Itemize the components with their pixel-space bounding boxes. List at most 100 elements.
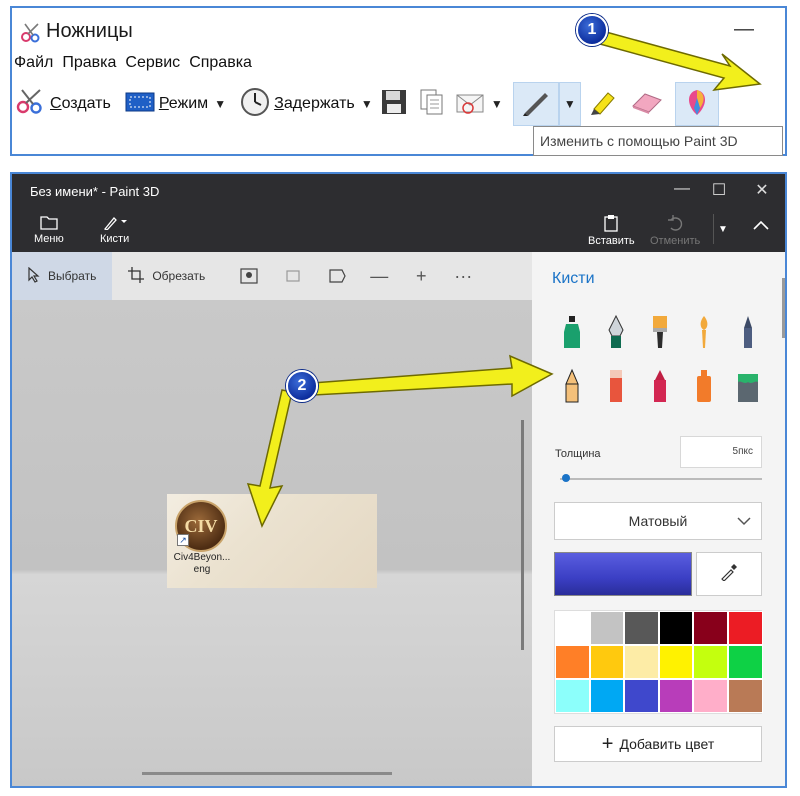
color-swatch[interactable] bbox=[555, 611, 590, 645]
delay-dropdown-arrow[interactable]: ▼ bbox=[359, 82, 375, 126]
oil-brush[interactable] bbox=[638, 310, 682, 354]
mode-icon bbox=[125, 91, 155, 118]
marker-icon bbox=[564, 316, 580, 348]
more-dropdown-icon[interactable]: ▼ bbox=[718, 224, 728, 235]
panel-scrollbar[interactable] bbox=[782, 278, 785, 338]
horizontal-scrollbar[interactable] bbox=[142, 772, 392, 775]
minimize-button[interactable]: — bbox=[672, 180, 692, 198]
color-swatch[interactable] bbox=[624, 645, 659, 679]
save-snip-button[interactable] bbox=[375, 82, 413, 126]
crop-tool[interactable]: Обрезать bbox=[112, 252, 221, 300]
paste-button[interactable]: Вставить bbox=[588, 214, 635, 247]
menu-bar: Файл Правка Сервис Справка bbox=[12, 54, 252, 76]
color-swatch[interactable] bbox=[727, 611, 763, 645]
marker-brush[interactable] bbox=[550, 310, 594, 354]
mode-dropdown-arrow[interactable]: ▼ bbox=[212, 82, 228, 126]
undo-button[interactable]: Отменить bbox=[650, 214, 700, 247]
eyedropper-button[interactable] bbox=[696, 552, 762, 596]
select-label: Выбрать bbox=[48, 269, 97, 283]
collapse-chevron-icon[interactable] bbox=[752, 218, 770, 236]
color-swatch[interactable] bbox=[727, 679, 763, 713]
delay-label: Задержать bbox=[274, 95, 355, 112]
paint3d-tooltip: Изменить с помощью Paint 3D bbox=[533, 126, 783, 156]
select-tool[interactable]: Выбрать bbox=[12, 252, 113, 300]
menu-edit[interactable]: Правка bbox=[62, 54, 116, 76]
eraser-icon bbox=[610, 370, 622, 402]
maximize-button[interactable]: ☐ bbox=[709, 180, 729, 200]
crayon-brush[interactable] bbox=[638, 364, 682, 408]
undo-label: Отменить bbox=[650, 235, 701, 247]
color-swatch[interactable] bbox=[727, 645, 763, 679]
cursor-icon bbox=[28, 266, 40, 286]
eraser-button[interactable] bbox=[625, 82, 669, 126]
menu-tools[interactable]: Сервис bbox=[125, 54, 180, 76]
delay-button[interactable]: Задержать bbox=[236, 82, 359, 126]
step-1-badge: 1 bbox=[576, 14, 608, 46]
canvas-image[interactable]: CIV ↗ Civ4Beyon... eng bbox=[167, 494, 377, 588]
chevron-down-icon bbox=[737, 513, 751, 529]
paint3d-header: Без имени* - Paint 3D — ☐ ✕ Меню Кисти В… bbox=[12, 174, 785, 252]
scissors-icon bbox=[16, 88, 46, 121]
send-dropdown-arrow[interactable]: ▼ bbox=[489, 82, 505, 126]
canvas-toolbar: Выбрать Обрезать — + ··· bbox=[12, 252, 532, 300]
highlighter-button[interactable] bbox=[581, 82, 625, 126]
watercolor-brush[interactable] bbox=[682, 310, 726, 354]
color-swatch[interactable] bbox=[555, 645, 590, 679]
new-snip-button[interactable]: Создать bbox=[12, 82, 115, 126]
menu-button[interactable]: Меню bbox=[34, 214, 64, 245]
calligraphy-pen-brush[interactable] bbox=[594, 310, 638, 354]
color-swatch[interactable] bbox=[693, 645, 728, 679]
eraser-icon bbox=[631, 90, 663, 119]
mode-button[interactable]: Режим bbox=[121, 82, 212, 126]
current-color-swatch[interactable] bbox=[554, 552, 692, 596]
color-swatch[interactable] bbox=[589, 645, 625, 679]
menu-file[interactable]: Файл bbox=[14, 54, 53, 76]
paste-icon bbox=[603, 214, 619, 235]
calligraphy-pen-icon bbox=[608, 314, 624, 348]
color-swatch[interactable] bbox=[658, 611, 694, 645]
paint3d-icon bbox=[684, 88, 710, 121]
thickness-slider-track[interactable] bbox=[560, 478, 762, 480]
pen-dropdown-arrow[interactable]: ▼ bbox=[558, 82, 581, 126]
thickness-slider-thumb[interactable] bbox=[562, 474, 570, 482]
zoom-out-icon[interactable]: — bbox=[361, 252, 397, 300]
eraser-brush[interactable] bbox=[594, 364, 638, 408]
color-swatch[interactable] bbox=[589, 679, 625, 713]
rotate-3d-icon[interactable] bbox=[275, 252, 311, 300]
minimize-button[interactable]: — bbox=[732, 18, 756, 42]
menu-help[interactable]: Справка bbox=[189, 54, 252, 76]
add-color-button[interactable]: + Добавить цвет bbox=[554, 726, 762, 762]
vertical-scrollbar[interactable] bbox=[521, 420, 524, 650]
spray-can-brush[interactable] bbox=[682, 364, 726, 408]
more-options-icon[interactable]: ··· bbox=[445, 252, 481, 300]
fill-bucket-brush[interactable] bbox=[726, 364, 770, 408]
thickness-input[interactable]: 5пкс bbox=[680, 436, 762, 468]
paint3d-button[interactable] bbox=[674, 82, 719, 126]
color-swatch[interactable] bbox=[624, 611, 659, 645]
header-separator bbox=[713, 214, 714, 244]
eyedropper-icon bbox=[720, 563, 738, 586]
zoom-in-icon[interactable]: + bbox=[403, 252, 439, 300]
color-swatch[interactable] bbox=[658, 679, 694, 713]
flip-icon[interactable] bbox=[319, 252, 355, 300]
color-swatch[interactable] bbox=[693, 611, 728, 645]
brushes-tab[interactable]: Кисти bbox=[100, 214, 129, 245]
envelope-icon bbox=[455, 89, 485, 120]
paint3d-window: Без имени* - Paint 3D — ☐ ✕ Меню Кисти В… bbox=[10, 172, 787, 788]
close-button[interactable]: ✕ bbox=[752, 180, 772, 200]
color-swatch[interactable] bbox=[624, 679, 659, 713]
finish-dropdown[interactable]: Матовый bbox=[554, 502, 762, 540]
graphite-pencil-brush[interactable] bbox=[550, 364, 594, 408]
copy-button[interactable] bbox=[413, 82, 451, 126]
pen-button[interactable] bbox=[512, 82, 559, 126]
color-swatch[interactable] bbox=[555, 679, 590, 713]
canvas-area[interactable]: CIV ↗ Civ4Beyon... eng bbox=[12, 300, 532, 786]
color-swatch[interactable] bbox=[658, 645, 694, 679]
send-snip-button[interactable] bbox=[451, 82, 489, 126]
pencil-brush[interactable] bbox=[726, 310, 770, 354]
color-swatch[interactable] bbox=[589, 611, 625, 645]
magic-select-icon[interactable] bbox=[231, 252, 267, 300]
color-swatch[interactable] bbox=[693, 679, 728, 713]
finish-label: Матовый bbox=[628, 513, 688, 529]
title-bar: Ножницы — bbox=[12, 8, 785, 52]
